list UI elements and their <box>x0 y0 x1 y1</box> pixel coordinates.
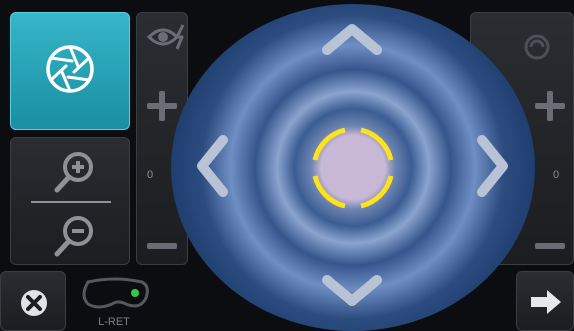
focus-level: 0 <box>553 169 560 181</box>
eye-mode-icon <box>82 277 149 309</box>
close-icon <box>19 288 49 323</box>
chevron-left-icon[interactable] <box>195 134 229 198</box>
zoom-panel <box>10 137 130 265</box>
chevron-right-icon[interactable] <box>476 134 510 198</box>
zoom-out-icon[interactable] <box>51 214 97 265</box>
zoom-divider <box>31 201 111 203</box>
zoom-in-icon[interactable] <box>51 150 97 201</box>
flash-decrease-button[interactable] <box>147 243 177 249</box>
focus-decrease-button[interactable] <box>535 243 565 249</box>
next-button[interactable] <box>516 271 574 331</box>
focus-increase-button[interactable] <box>535 91 565 121</box>
cancel-button[interactable] <box>0 271 66 331</box>
eye-flash-icon[interactable] <box>146 23 187 56</box>
focus-icon[interactable] <box>523 33 551 66</box>
flash-level: 0 <box>147 169 154 181</box>
aperture-icon <box>44 43 96 100</box>
flash-increase-button[interactable] <box>147 91 177 121</box>
arrow-right-icon <box>529 288 563 321</box>
eye-mode-toggle[interactable]: L-RET <box>74 276 154 331</box>
chevron-up-icon[interactable] <box>321 22 383 56</box>
chevron-down-icon[interactable] <box>321 274 383 308</box>
capture-button[interactable] <box>10 12 130 130</box>
camera-viewport[interactable] <box>171 4 535 331</box>
eye-mode-label: L-RET <box>98 316 130 328</box>
alignment-target-ring <box>312 127 394 209</box>
